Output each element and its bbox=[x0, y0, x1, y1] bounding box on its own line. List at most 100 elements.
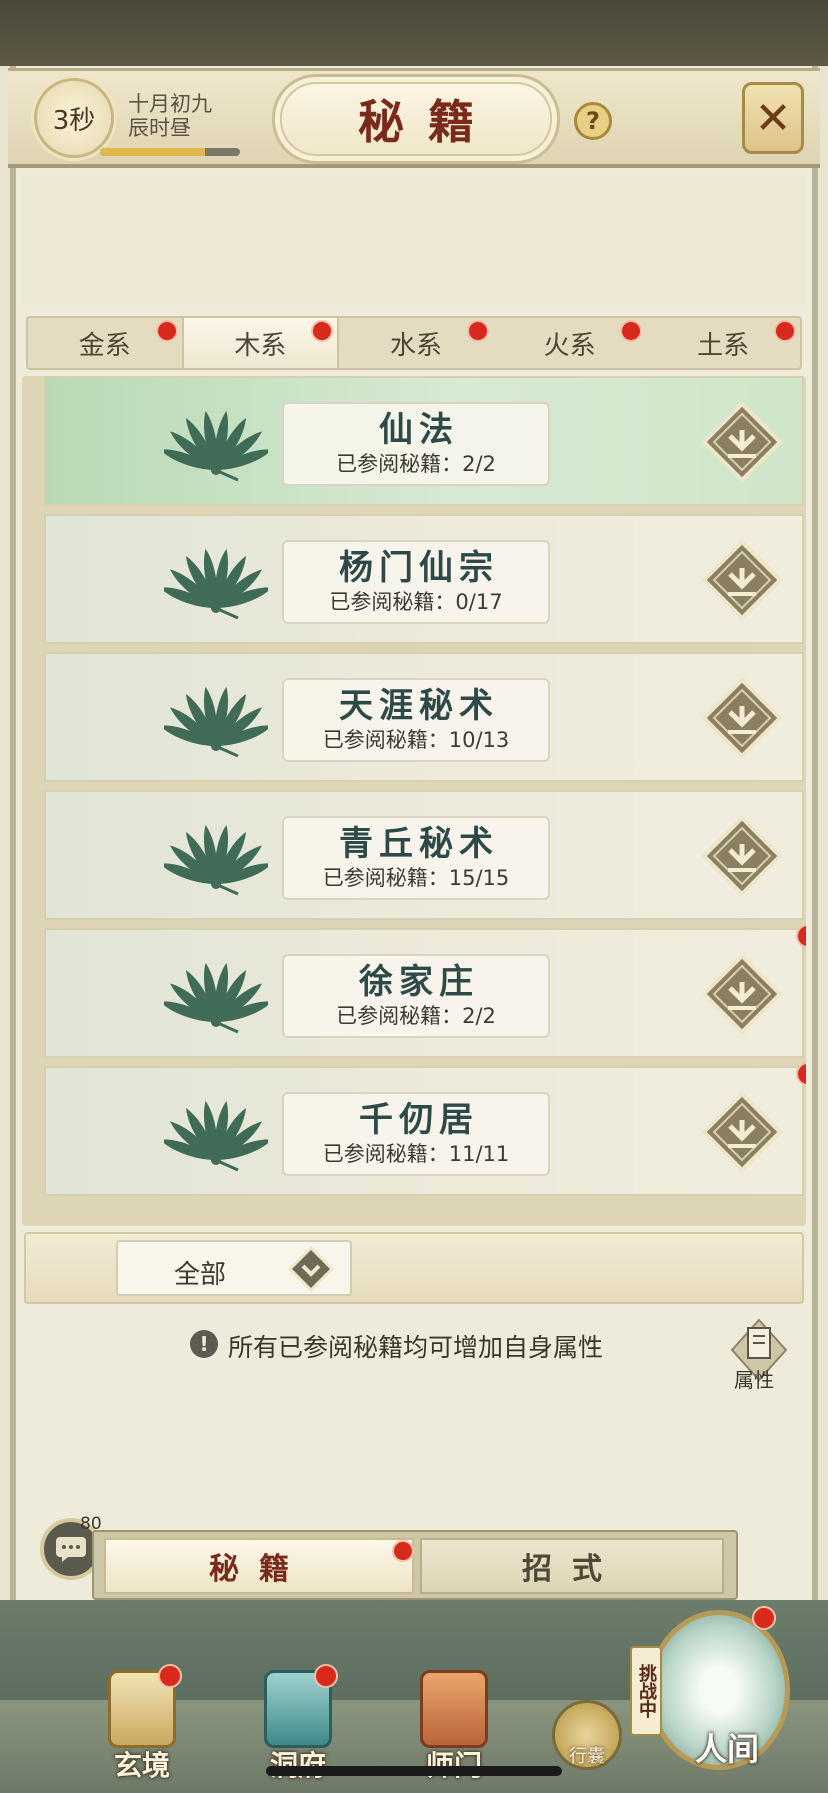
progress-prefix: 已参阅秘籍： bbox=[336, 1004, 463, 1028]
progress-value: 11/11 bbox=[448, 1142, 510, 1166]
progress-prefix: 已参阅秘籍： bbox=[322, 1142, 449, 1166]
notification-dot bbox=[311, 320, 334, 342]
sect-list[interactable]: 仙法 已参阅秘籍：2/2 杨门仙宗 已参阅秘籍：0/17 天涯秘术 已参阅秘籍：10/13… bbox=[22, 376, 806, 1226]
tab-4[interactable]: 土系 bbox=[646, 318, 800, 368]
progress-value: 0/17 bbox=[455, 590, 503, 614]
question-icon[interactable]: ? bbox=[574, 102, 612, 140]
dropdown-icon[interactable] bbox=[288, 1246, 334, 1292]
progress-value: 15/15 bbox=[448, 866, 510, 890]
expand-icon[interactable] bbox=[701, 815, 783, 897]
info-icon: ! bbox=[190, 1330, 218, 1358]
world-label: 人间 bbox=[694, 1730, 759, 1768]
notification-dot bbox=[620, 320, 643, 342]
notification-dot bbox=[796, 1062, 806, 1086]
timer-badge: 3秒 bbox=[34, 78, 114, 158]
sect-name: 仙法 bbox=[379, 410, 459, 450]
sect-name: 天涯秘术 bbox=[339, 686, 499, 726]
close-icon: ✕ bbox=[754, 92, 792, 144]
page-title: 秘籍 bbox=[272, 74, 560, 164]
tab-label: 金系 bbox=[78, 330, 131, 361]
status-strip bbox=[0, 0, 828, 66]
nav-xuanjing[interactable]: 玄境 bbox=[92, 1664, 192, 1782]
sect-progress: 已参阅秘籍：10/13 bbox=[323, 726, 510, 754]
challenge-tag: 挑战中 bbox=[630, 1646, 662, 1736]
banner-area bbox=[22, 176, 806, 306]
sect-card[interactable]: 杨门仙宗 已参阅秘籍：0/17 bbox=[44, 514, 804, 644]
sect-plaque: 青丘秘术 已参阅秘籍：15/15 bbox=[282, 816, 550, 900]
home-indicator bbox=[266, 1766, 562, 1776]
sect-progress: 已参阅秘籍：0/17 bbox=[329, 588, 502, 616]
nav-label: 洞府 bbox=[248, 1744, 348, 1784]
sect-plaque: 仙法 已参阅秘籍：2/2 bbox=[282, 402, 550, 486]
notification-dot bbox=[392, 1540, 414, 1562]
notification-dot bbox=[773, 320, 796, 342]
sect-card[interactable]: 天涯秘术 已参阅秘籍：10/13 bbox=[44, 652, 804, 782]
element-tabs: 金系 木系 水系 火系 土系 bbox=[26, 316, 802, 370]
expand-icon[interactable] bbox=[701, 1091, 783, 1173]
tab-0[interactable]: 金系 bbox=[28, 318, 182, 368]
progress-prefix: 已参阅秘籍： bbox=[329, 590, 456, 614]
tab-2[interactable]: 水系 bbox=[339, 318, 493, 368]
notification-dot bbox=[752, 1606, 776, 1630]
nav-shimen[interactable]: 师门 bbox=[404, 1670, 504, 1782]
progress-prefix: 已参阅秘籍： bbox=[336, 452, 463, 476]
filter-dropdown-label: 全部 bbox=[174, 1260, 227, 1290]
tab-3[interactable]: 火系 bbox=[493, 318, 647, 368]
subtab-moves[interactable]: 招式 bbox=[420, 1538, 724, 1594]
progress-prefix: 已参阅秘籍： bbox=[322, 728, 449, 752]
fan-icon bbox=[159, 1094, 273, 1172]
fan-icon bbox=[159, 818, 273, 896]
close-button[interactable]: ✕ bbox=[742, 82, 804, 154]
nav-label: 玄境 bbox=[113, 1749, 170, 1782]
notification-dot bbox=[466, 320, 489, 342]
tab-label: 木系 bbox=[234, 330, 287, 361]
sect-name: 青丘秘术 bbox=[339, 824, 499, 864]
fan-icon bbox=[159, 680, 273, 758]
time-progress-bar bbox=[100, 148, 240, 156]
tab-label: 火系 bbox=[543, 330, 596, 361]
expand-icon[interactable] bbox=[701, 677, 783, 759]
sect-plaque: 徐家庄 已参阅秘籍：2/2 bbox=[282, 954, 550, 1038]
progress-value: 10/13 bbox=[448, 728, 510, 752]
tab-1[interactable]: 木系 bbox=[181, 318, 340, 368]
notification-dot bbox=[155, 320, 178, 342]
sect-name: 千仞居 bbox=[359, 1100, 479, 1140]
progress-value: 2/2 bbox=[462, 452, 496, 476]
fan-icon bbox=[159, 956, 273, 1034]
banner-icon bbox=[420, 1670, 488, 1748]
notification-dot bbox=[158, 1664, 182, 1688]
nav-label: 师门 bbox=[404, 1744, 504, 1784]
sect-card[interactable]: 仙法 已参阅秘籍：2/2 bbox=[44, 376, 804, 506]
fan-icon bbox=[159, 542, 273, 620]
sect-progress: 已参阅秘籍：15/15 bbox=[323, 864, 510, 892]
sect-progress: 已参阅秘籍：2/2 bbox=[336, 1002, 496, 1030]
expand-icon[interactable] bbox=[701, 539, 783, 621]
timer-text: 3秒 bbox=[52, 105, 96, 136]
progress-value: 2/2 bbox=[462, 1004, 496, 1028]
expand-icon[interactable] bbox=[701, 953, 783, 1035]
sect-card[interactable]: 千仞居 已参阅秘籍：11/11 bbox=[44, 1062, 806, 1196]
notification-dot bbox=[314, 1664, 338, 1688]
attributes-label: 属性 bbox=[734, 1368, 774, 1392]
page-title-text: 秘籍 bbox=[358, 95, 498, 149]
notification-dot bbox=[796, 924, 806, 948]
fan-icon bbox=[159, 404, 273, 482]
chat-icon bbox=[56, 1537, 86, 1562]
bag-label: 行囊 bbox=[569, 1746, 605, 1767]
sect-progress: 已参阅秘籍：2/2 bbox=[336, 450, 496, 478]
sect-plaque: 千仞居 已参阅秘籍：11/11 bbox=[282, 1092, 550, 1176]
sect-card[interactable]: 青丘秘术 已参阅秘籍：15/15 bbox=[44, 790, 804, 920]
nav-dongfu[interactable]: 洞府 bbox=[248, 1664, 348, 1782]
sect-card[interactable]: 徐家庄 已参阅秘籍：2/2 bbox=[44, 924, 806, 1058]
game-time: 辰时昼 bbox=[128, 116, 191, 140]
sect-name: 徐家庄 bbox=[359, 962, 479, 1002]
progress-prefix: 已参阅秘籍： bbox=[322, 866, 449, 890]
tab-label: 水系 bbox=[389, 330, 442, 361]
subtab-secret-books[interactable]: 秘籍 bbox=[104, 1538, 414, 1594]
info-text: 所有已参阅秘籍均可增加自身属性 bbox=[228, 1333, 604, 1362]
expand-icon[interactable] bbox=[701, 401, 783, 483]
sect-progress: 已参阅秘籍：11/11 bbox=[323, 1140, 510, 1168]
time-progress-fill bbox=[100, 148, 205, 156]
tab-label: 土系 bbox=[697, 330, 750, 361]
sect-plaque: 杨门仙宗 已参阅秘籍：0/17 bbox=[282, 540, 550, 624]
